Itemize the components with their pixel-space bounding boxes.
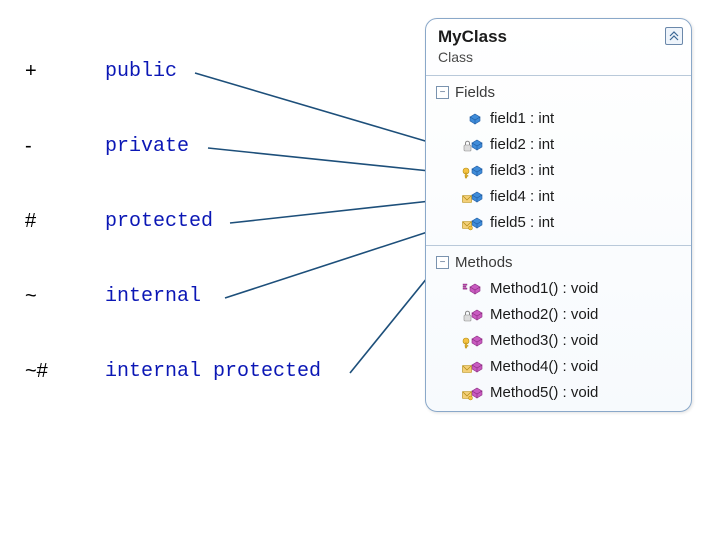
field-member-row[interactable]: field1 : int (434, 105, 683, 131)
method-signature: Method1() : void (490, 280, 598, 297)
field-member-row[interactable]: field3 : int (434, 157, 683, 183)
field-protected-icon (462, 161, 484, 179)
field-signature: field3 : int (490, 162, 554, 179)
chevron-double-up-icon (669, 31, 679, 41)
field-signature: field5 : int (490, 214, 554, 231)
section-title: Methods (455, 254, 513, 271)
collapse-button[interactable] (665, 27, 683, 45)
fields-section: − Fields field1 : int field2 : int (426, 76, 691, 241)
method-private-icon (462, 305, 484, 323)
field-public-icon (462, 109, 484, 127)
legend-label: internal protected (105, 360, 321, 383)
section-title-row[interactable]: − Methods (434, 250, 683, 275)
field-member-row[interactable]: field5 : int (434, 209, 683, 235)
legend-symbol: + (25, 60, 65, 83)
legend-symbol: ~ (25, 285, 65, 308)
legend-label: public (105, 60, 177, 83)
method-member-row[interactable]: Method3() : void (434, 327, 683, 353)
field-member-row[interactable]: field2 : int (434, 131, 683, 157)
legend-symbol: - (25, 135, 65, 158)
class-header: MyClass Class (426, 19, 691, 71)
method-signature: Method4() : void (490, 358, 598, 375)
field-internal-icon (462, 187, 484, 205)
section-title: Fields (455, 84, 495, 101)
class-diagram-box: MyClass Class − Fields field1 : int (425, 18, 692, 412)
legend-label: protected (105, 210, 213, 233)
legend-label: internal (105, 285, 201, 308)
method-member-row[interactable]: Method5() : void (434, 379, 683, 405)
minus-expander-icon[interactable]: − (436, 256, 449, 269)
legend-label: private (105, 135, 189, 158)
method-ip-icon (462, 383, 484, 401)
field-ip-icon (462, 213, 484, 231)
field-private-icon (462, 135, 484, 153)
class-stereotype: Class (438, 49, 679, 65)
field-signature: field2 : int (490, 136, 554, 153)
method-signature: Method2() : void (490, 306, 598, 323)
section-title-row[interactable]: − Fields (434, 80, 683, 105)
methods-section: − Methods Method1() : void Method2() : v… (426, 246, 691, 411)
method-public-icon (462, 279, 484, 297)
field-signature: field4 : int (490, 188, 554, 205)
method-signature: Method5() : void (490, 384, 598, 401)
method-member-row[interactable]: Method4() : void (434, 353, 683, 379)
class-name: MyClass (438, 27, 679, 47)
minus-expander-icon[interactable]: − (436, 86, 449, 99)
method-member-row[interactable]: Method1() : void (434, 275, 683, 301)
field-signature: field1 : int (490, 110, 554, 127)
method-protected-icon (462, 331, 484, 349)
field-member-row[interactable]: field4 : int (434, 183, 683, 209)
method-signature: Method3() : void (490, 332, 598, 349)
legend-symbol: # (25, 210, 65, 233)
method-member-row[interactable]: Method2() : void (434, 301, 683, 327)
method-internal-icon (462, 357, 484, 375)
legend-symbol: ~# (25, 360, 65, 383)
